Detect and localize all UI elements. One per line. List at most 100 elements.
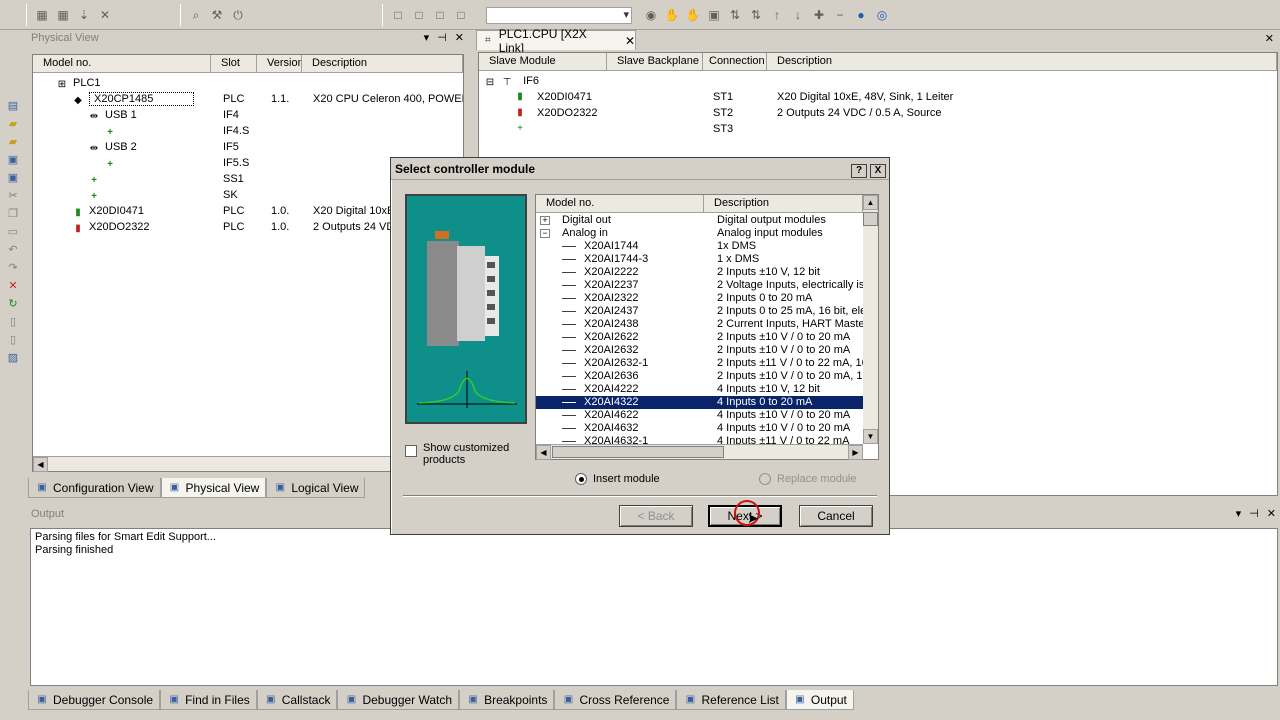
add-icon[interactable]: ✚ <box>810 6 828 24</box>
replace-module-option[interactable]: Replace module <box>759 473 857 485</box>
col-slave-module[interactable]: Slave Module <box>479 53 607 70</box>
list-item[interactable]: X20AI2222 2 Inputs ±10 V, 12 bit <box>536 266 863 279</box>
undo-icon[interactable]: ↶ <box>6 242 20 256</box>
cancel-button[interactable]: Cancel <box>799 505 873 527</box>
image-icon[interactable]: ▨ <box>6 350 20 364</box>
insert-module-option[interactable]: Insert module <box>575 473 660 485</box>
power-icon[interactable]: ⏻ <box>229 6 247 24</box>
tab-cross-reference[interactable]: ▣ Cross Reference <box>554 690 677 710</box>
tab-physical-view[interactable]: ▣ Physical View <box>160 478 267 498</box>
tab-configuration-view[interactable]: ▣ Configuration View <box>28 478 161 498</box>
tab-output[interactable]: ▣ Output <box>785 690 854 710</box>
expand-icon[interactable]: + <box>540 216 550 225</box>
replace-module-radio[interactable] <box>759 473 771 485</box>
close-button[interactable]: X <box>870 164 886 178</box>
scroll-up-icon[interactable]: ▲ <box>863 195 878 210</box>
grid-2-icon[interactable]: ▦ <box>54 6 72 24</box>
col-slave-backplane[interactable]: Slave Backplane <box>607 53 703 70</box>
list-item[interactable]: X20AI2237 2 Voltage Inputs, electrically … <box>536 279 863 292</box>
doc-2-icon[interactable]: □ <box>410 6 428 24</box>
collapse-icon[interactable]: − <box>540 229 550 238</box>
col-description[interactable]: Description <box>704 195 863 212</box>
dropdown-icon[interactable]: ▾ <box>424 30 430 46</box>
list-item[interactable]: X20AI4222 4 Inputs ±10 V, 12 bit <box>536 383 863 396</box>
scroll-left-icon[interactable]: ◀ <box>33 457 48 472</box>
page-2-icon[interactable]: ▯ <box>6 332 20 346</box>
list-item[interactable]: X20AI4622 4 Inputs ±10 V / 0 to 20 mA <box>536 409 863 422</box>
scroll-thumb[interactable] <box>863 212 878 226</box>
view-icon[interactable]: ◉ <box>642 6 660 24</box>
tree-row[interactable]: + ST3 <box>479 121 1269 137</box>
tab-find-in-files[interactable]: ▣ Find in Files <box>160 690 257 710</box>
save-icon[interactable]: ▣ <box>6 152 20 166</box>
properties-icon[interactable]: ▤ <box>6 98 20 112</box>
list-item[interactable]: X20AI1744-3 1 x DMS <box>536 253 863 266</box>
sort-2-icon[interactable]: ⇅ <box>747 6 765 24</box>
tree-row[interactable]: ◆ X20CP1485 PLC 1.1. X20 CPU Celeron 400, PO… <box>33 91 463 107</box>
help-button[interactable]: ? <box>851 164 867 178</box>
module-list-hscroll[interactable]: ◀ ▶ <box>536 444 863 460</box>
globe-icon[interactable]: ● <box>852 6 870 24</box>
tree-row[interactable]: ▮ X20DI0471 ST1 X20 Digital 10xE, 48V, Sink… <box>479 89 1269 105</box>
list-item[interactable]: X20AI2438 2 Current Inputs, HART Master <box>536 318 863 331</box>
dropdown-icon[interactable]: ▾ <box>1236 506 1242 522</box>
remove-icon[interactable]: − <box>831 6 849 24</box>
close-icon[interactable]: ✕ <box>1267 506 1276 522</box>
tab-breakpoints[interactable]: ▣ Breakpoints <box>459 690 555 710</box>
cut-icon[interactable]: ✂ <box>6 188 20 202</box>
list-item[interactable]: X20AI2632-1 2 Inputs ±11 V / 0 to 22 mA, … <box>536 357 863 370</box>
scroll-right-icon[interactable]: ▶ <box>848 445 863 460</box>
tree-row[interactable]: ⇹ USB 1 IF4 <box>33 107 463 123</box>
copy-icon[interactable]: ❐ <box>6 206 20 220</box>
arrow-up-icon[interactable]: ↑ <box>768 6 786 24</box>
show-customized-row[interactable]: Show customized products <box>405 442 523 466</box>
tab-callstack[interactable]: ▣ Callstack <box>256 690 338 710</box>
arrow-down-icon[interactable]: ↓ <box>789 6 807 24</box>
pin-icon[interactable]: ⊣ <box>1249 506 1259 522</box>
pin-icon[interactable]: ⊣ <box>437 30 447 46</box>
col-description[interactable]: Description <box>302 55 463 72</box>
list-item[interactable]: + Digital out Digital output modules <box>536 214 863 227</box>
list-item[interactable]: X20AI4632-1 4 Inputs ±11 V / 0 to 22 mA <box>536 435 863 444</box>
col-version[interactable]: Version <box>257 55 302 72</box>
open-folder-icon[interactable]: ▰ <box>6 116 20 130</box>
tree-row[interactable]: ▮ X20DO2322 ST2 2 Outputs 24 VDC / 0.5 A, S… <box>479 105 1269 121</box>
doc-4-icon[interactable]: □ <box>452 6 470 24</box>
search-icon[interactable]: ⌕ <box>187 6 205 24</box>
toolbar-combo[interactable] <box>486 7 632 24</box>
list-item[interactable]: − Analog in Analog input modules <box>536 227 863 240</box>
refresh-icon[interactable]: ↻ <box>6 296 20 310</box>
hand-2-icon[interactable]: ✋ <box>684 6 702 24</box>
list-item[interactable]: X20AI1744 1x DMS <box>536 240 863 253</box>
download-icon[interactable]: ⇣ <box>75 6 93 24</box>
delete-icon[interactable]: ✕ <box>6 278 20 292</box>
scroll-down-icon[interactable]: ▼ <box>863 429 878 444</box>
col-slot[interactable]: Slot <box>211 55 257 72</box>
paste-icon[interactable]: ▭ <box>6 224 20 238</box>
sort-icon[interactable]: ⇅ <box>726 6 744 24</box>
delete-icon[interactable]: ✕ <box>96 6 114 24</box>
tree-row[interactable]: ⊞ PLC1 <box>33 75 463 91</box>
folder-icon[interactable]: ▰ <box>6 134 20 148</box>
help-icon[interactable]: ◎ <box>873 6 891 24</box>
close-icon[interactable]: ✕ <box>1265 32 1274 45</box>
doc-3-icon[interactable]: □ <box>431 6 449 24</box>
col-model[interactable]: Model no. <box>33 55 211 72</box>
col-connection[interactable]: Connection <box>703 53 767 70</box>
col-description[interactable]: Description <box>767 53 1277 70</box>
doc-icon[interactable]: □ <box>389 6 407 24</box>
list-item[interactable]: X20AI4632 4 Inputs ±10 V / 0 to 20 mA <box>536 422 863 435</box>
close-tab-icon[interactable]: ✕ <box>625 34 635 48</box>
tab-debugger-console[interactable]: ▣ Debugger Console <box>28 690 161 710</box>
col-model[interactable]: Model no. <box>536 195 704 212</box>
list-item[interactable]: X20AI4322 4 Inputs 0 to 20 mA <box>536 396 863 409</box>
list-item[interactable]: X20AI2437 2 Inputs 0 to 25 mA, 16 bit, el… <box>536 305 863 318</box>
hand-icon[interactable]: ✋ <box>663 6 681 24</box>
save-all-icon[interactable]: ▣ <box>6 170 20 184</box>
tab-x2x-link[interactable]: ⌗ PLC1.CPU [X2X Link] ✕ <box>476 27 636 55</box>
monitor-icon[interactable]: ▣ <box>705 6 723 24</box>
tree-row[interactable]: ⇹ USB 2 IF5 <box>33 139 463 155</box>
tree-root-row[interactable]: ⊟ ⊤ IF6 <box>483 73 539 89</box>
back-button[interactable]: < Back <box>619 505 693 527</box>
tab-logical-view[interactable]: ▣ Logical View <box>266 478 366 498</box>
